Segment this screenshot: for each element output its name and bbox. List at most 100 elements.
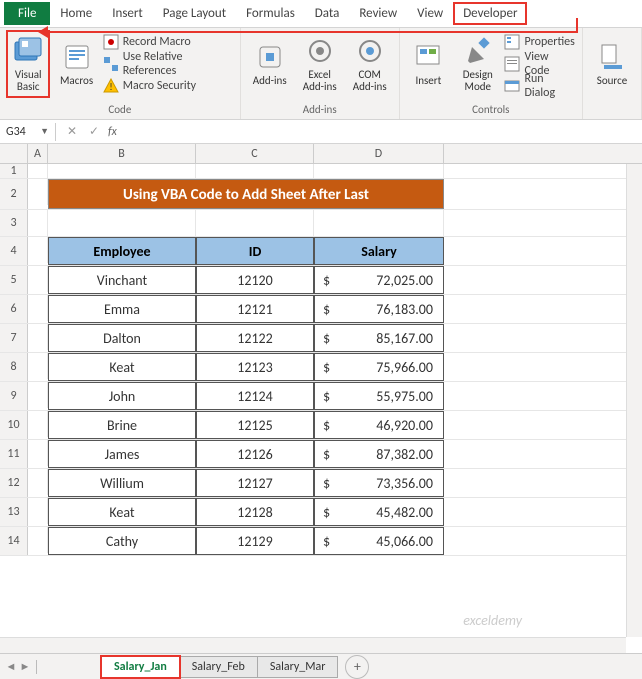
cell-salary[interactable]: $45,482.00 xyxy=(314,498,444,526)
col-header-a[interactable]: A xyxy=(28,144,48,163)
row-header[interactable]: 14 xyxy=(0,527,28,555)
sheet-tab-jan[interactable]: Salary_Jan xyxy=(101,656,180,678)
cell[interactable] xyxy=(28,266,48,292)
cell-id[interactable]: 12121 xyxy=(196,295,314,323)
relative-refs-button[interactable]: Use Relative References xyxy=(103,54,234,74)
tab-file[interactable]: File xyxy=(4,2,50,25)
cell-id[interactable]: 12126 xyxy=(196,440,314,468)
macro-security-button[interactable]: ! Macro Security xyxy=(103,76,234,96)
cell[interactable] xyxy=(196,210,314,236)
cell-salary[interactable]: $46,920.00 xyxy=(314,411,444,439)
col-header-b[interactable]: B xyxy=(48,144,196,163)
row-header[interactable]: 3 xyxy=(0,210,28,236)
sheet-nav-prev-icon[interactable]: ◄ xyxy=(4,660,18,673)
horizontal-scrollbar[interactable] xyxy=(0,637,626,653)
cell-salary[interactable]: $73,356.00 xyxy=(314,469,444,497)
cell-employee[interactable]: Cathy xyxy=(48,527,196,555)
cell[interactable] xyxy=(28,295,48,321)
tab-developer[interactable]: Developer xyxy=(453,2,527,25)
cell[interactable] xyxy=(28,382,48,408)
cell-id[interactable]: 12128 xyxy=(196,498,314,526)
cell-salary[interactable]: $72,025.00 xyxy=(314,266,444,294)
tab-insert[interactable]: Insert xyxy=(102,2,153,25)
cell-id[interactable]: 12122 xyxy=(196,324,314,352)
cell-salary[interactable]: $85,167.00 xyxy=(314,324,444,352)
row-header[interactable]: 11 xyxy=(0,440,28,468)
tab-page-layout[interactable]: Page Layout xyxy=(153,2,236,25)
col-header-c[interactable]: C xyxy=(196,144,314,163)
th-salary[interactable]: Salary xyxy=(314,237,444,265)
cell[interactable] xyxy=(28,411,48,437)
row-header[interactable]: 9 xyxy=(0,382,28,410)
cell-salary[interactable]: $55,975.00 xyxy=(314,382,444,410)
properties-button[interactable]: Properties xyxy=(504,32,576,52)
cell-employee[interactable]: Willium xyxy=(48,469,196,497)
new-sheet-button[interactable]: + xyxy=(345,655,369,679)
macros-button[interactable]: Macros xyxy=(54,30,98,98)
cell[interactable] xyxy=(28,440,48,466)
cell[interactable] xyxy=(28,527,48,553)
cell-salary[interactable]: $87,382.00 xyxy=(314,440,444,468)
cell[interactable] xyxy=(28,498,48,524)
tab-data[interactable]: Data xyxy=(305,2,350,25)
th-employee[interactable]: Employee xyxy=(48,237,196,265)
cell[interactable] xyxy=(48,164,196,178)
cell[interactable] xyxy=(314,210,444,236)
cell[interactable] xyxy=(28,353,48,379)
design-mode-button[interactable]: Design Mode xyxy=(455,30,500,98)
insert-control-button[interactable]: Insert xyxy=(406,30,451,98)
cell[interactable] xyxy=(28,164,48,178)
row-header[interactable]: 2 xyxy=(0,179,28,209)
tab-formulas[interactable]: Formulas xyxy=(236,2,305,25)
cell-employee[interactable]: Keat xyxy=(48,353,196,381)
row-header[interactable]: 4 xyxy=(0,237,28,265)
record-macro-button[interactable]: Record Macro xyxy=(103,32,234,52)
cell-employee[interactable]: John xyxy=(48,382,196,410)
cell-employee[interactable]: Keat xyxy=(48,498,196,526)
excel-addins-button[interactable]: Excel Add-ins xyxy=(297,30,343,98)
view-code-button[interactable]: View Code xyxy=(504,54,576,74)
enter-formula-icon[interactable]: ✓ xyxy=(86,124,102,139)
cell[interactable] xyxy=(48,210,196,236)
cell-id[interactable]: 12120 xyxy=(196,266,314,294)
row-header[interactable]: 8 xyxy=(0,353,28,381)
cancel-formula-icon[interactable]: ✕ xyxy=(64,124,80,139)
cell[interactable] xyxy=(196,164,314,178)
th-id[interactable]: ID xyxy=(196,237,314,265)
row-header[interactable]: 1 xyxy=(0,164,28,178)
run-dialog-button[interactable]: Run Dialog xyxy=(504,76,576,96)
cell-id[interactable]: 12127 xyxy=(196,469,314,497)
col-header-d[interactable]: D xyxy=(314,144,444,163)
tab-view[interactable]: View xyxy=(407,2,453,25)
com-addins-button[interactable]: COM Add-ins xyxy=(347,30,393,98)
cell-id[interactable]: 12123 xyxy=(196,353,314,381)
row-header[interactable]: 6 xyxy=(0,295,28,323)
tab-review[interactable]: Review xyxy=(349,2,407,25)
row-header[interactable]: 5 xyxy=(0,266,28,294)
cell[interactable] xyxy=(28,324,48,350)
cell-employee[interactable]: Vinchant xyxy=(48,266,196,294)
cell[interactable] xyxy=(28,179,48,205)
cell-salary[interactable]: $45,066.00 xyxy=(314,527,444,555)
banner-cell[interactable]: Using VBA Code to Add Sheet After Last xyxy=(48,179,444,209)
visual-basic-button[interactable]: Visual Basic xyxy=(6,30,50,98)
row-header[interactable]: 12 xyxy=(0,469,28,497)
cell[interactable] xyxy=(28,469,48,495)
source-button[interactable]: Source xyxy=(589,30,635,98)
row-header[interactable]: 13 xyxy=(0,498,28,526)
select-all-corner[interactable] xyxy=(0,144,28,163)
tab-home[interactable]: Home xyxy=(50,2,102,25)
cell-salary[interactable]: $75,966.00 xyxy=(314,353,444,381)
sheet-nav-next-icon[interactable]: ► xyxy=(18,660,32,673)
cell-employee[interactable]: Brine xyxy=(48,411,196,439)
cell[interactable] xyxy=(28,237,48,263)
cell-employee[interactable]: James xyxy=(48,440,196,468)
addins-button[interactable]: Add-ins xyxy=(247,30,293,98)
row-header[interactable]: 7 xyxy=(0,324,28,352)
fx-icon[interactable]: fx xyxy=(108,125,117,139)
cell-salary[interactable]: $76,183.00 xyxy=(314,295,444,323)
cell-employee[interactable]: Emma xyxy=(48,295,196,323)
sheet-tab-mar[interactable]: Salary_Mar xyxy=(257,656,339,678)
cell-id[interactable]: 12125 xyxy=(196,411,314,439)
row-header[interactable]: 10 xyxy=(0,411,28,439)
